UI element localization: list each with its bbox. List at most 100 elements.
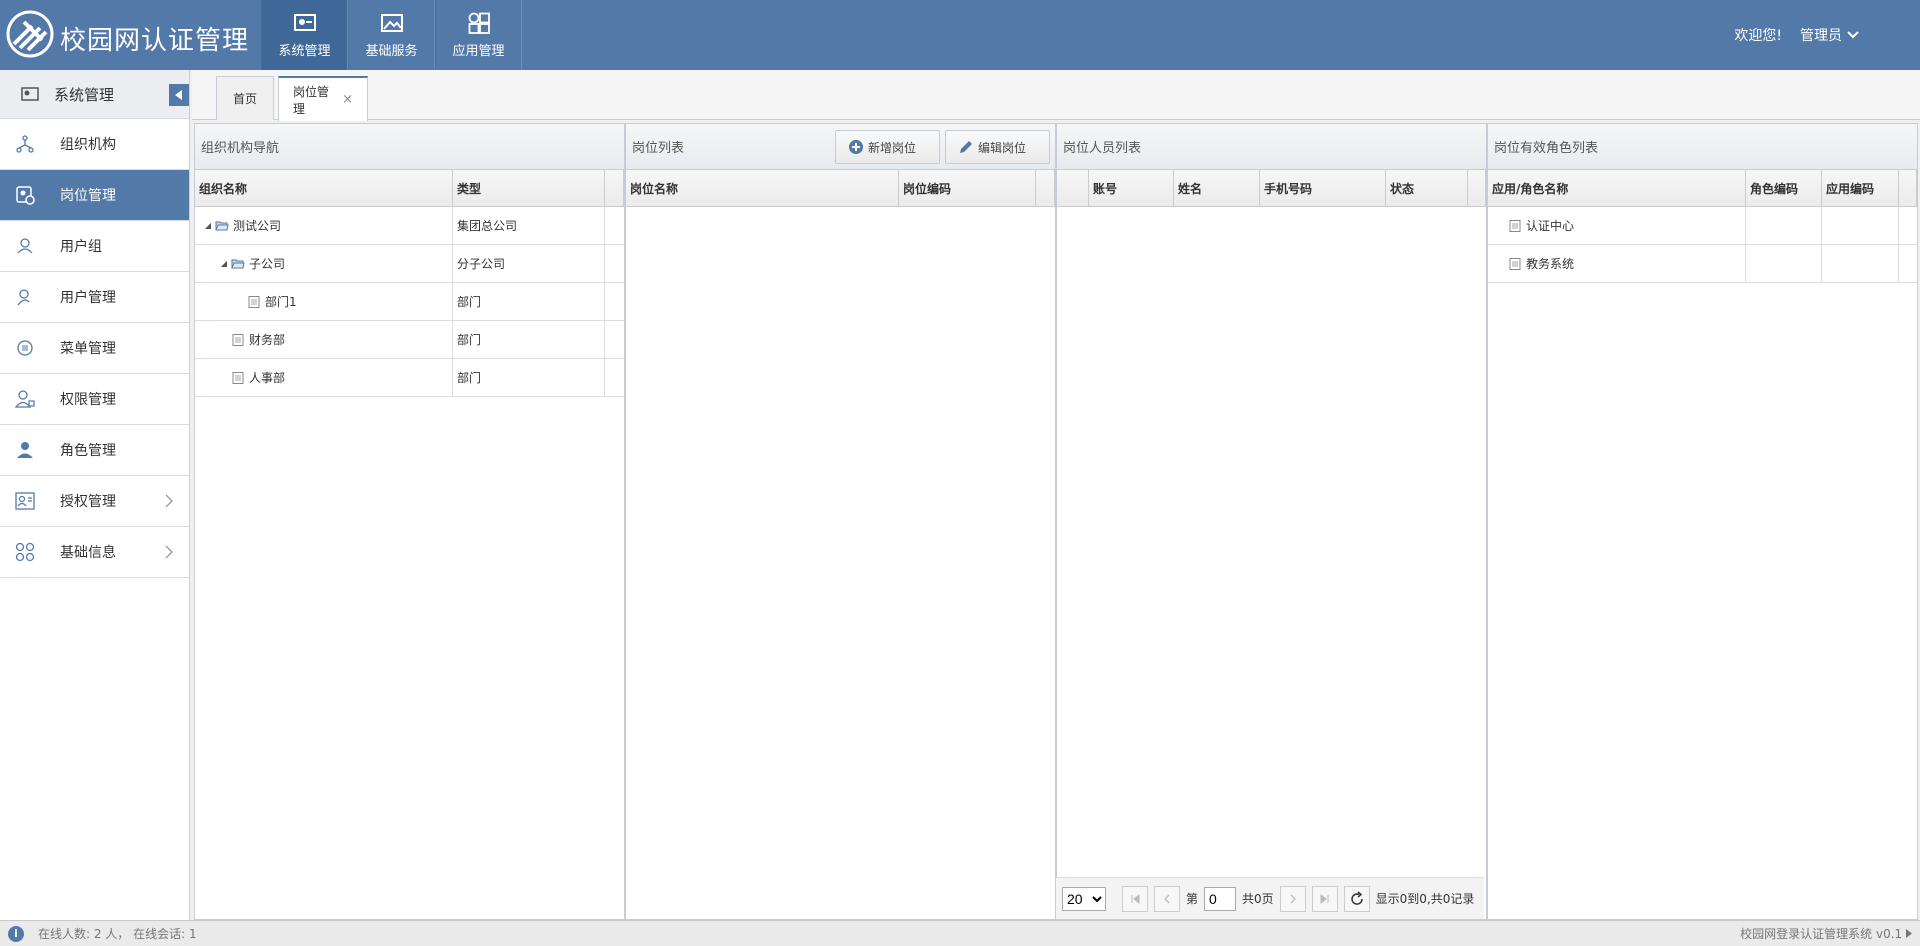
org-type: 分子公司 [453, 245, 605, 282]
sidebar-item-org[interactable]: 组织机构 [0, 119, 189, 170]
column-header[interactable]: 类型 [453, 170, 605, 206]
sidebar-item-menu[interactable]: 菜单管理 [0, 323, 189, 374]
expand-toggle-icon[interactable]: ◢ [203, 221, 213, 230]
close-icon[interactable]: × [342, 92, 353, 107]
column-header[interactable]: 组织名称 [195, 170, 453, 206]
file-icon [1509, 257, 1521, 270]
grid-header: 应用/角色名称 角色编码 应用编码 [1488, 170, 1917, 207]
role-code [1746, 207, 1822, 244]
column-header[interactable]: 状态 [1386, 170, 1468, 206]
column-header[interactable]: 岗位名称 [626, 170, 899, 206]
table-row[interactable]: ◢ 子公司 分子公司 [195, 245, 624, 283]
tab-label: 岗位管理 [293, 84, 330, 116]
user-icon [14, 286, 36, 308]
last-page-button[interactable] [1311, 885, 1338, 912]
panel-title: 岗位有效角色列表 [1488, 124, 1917, 170]
status-bar: i 在线人数: 2 人， 在线会话: 1 校园网登录认证管理系统 v0.1 [0, 920, 1920, 946]
column-header[interactable]: 应用/角色名称 [1488, 170, 1746, 206]
panel-title: 组织机构导航 [195, 124, 624, 170]
chevron-right-icon [1290, 894, 1296, 903]
system-icon [293, 12, 317, 34]
column-header[interactable]: 应用编码 [1822, 170, 1899, 206]
org-name-cell: ◢ 子公司 [195, 245, 453, 282]
sidebar-item-authorize[interactable]: 授权管理 [0, 476, 189, 527]
chevron-left-icon [1164, 894, 1170, 903]
column-header[interactable]: 手机号码 [1260, 170, 1386, 206]
sidebar-item-label: 权限管理 [60, 392, 116, 408]
user-menu[interactable]: 管理员 [1800, 25, 1860, 45]
page-number-input[interactable] [1204, 886, 1237, 911]
role-name: 认证中心 [1526, 219, 1575, 233]
org-name: 部门1 [265, 295, 297, 309]
add-icon [849, 140, 863, 154]
table-row[interactable]: ◢ 测试公司 集团总公司 [195, 207, 624, 245]
page-summary: 显示0到0,共0记录 [1375, 892, 1475, 906]
checkbox-column[interactable] [1057, 170, 1089, 206]
edit-post-label: 编辑岗位 [978, 140, 1027, 155]
caret-right-icon[interactable] [1906, 929, 1912, 938]
basic-info-icon [14, 541, 36, 563]
tab-home[interactable]: 首页 [216, 76, 274, 120]
page-size-select[interactable]: 20 [1062, 886, 1106, 911]
column-header[interactable]: 姓名 [1174, 170, 1260, 206]
menu-icon [14, 337, 36, 359]
column-header[interactable]: 角色编码 [1746, 170, 1822, 206]
column-spacer [605, 170, 624, 206]
edit-post-button[interactable]: 编辑岗位 [945, 130, 1050, 164]
sidebar-item-basic-info[interactable]: 基础信息 [0, 527, 189, 578]
top-nav-app-management[interactable]: 应用管理 [435, 0, 522, 70]
file-icon [1509, 219, 1521, 232]
sidebar-item-label: 授权管理 [60, 494, 116, 510]
tab-label: 首页 [232, 92, 257, 106]
file-icon [232, 333, 244, 346]
sidebar-item-label: 基础信息 [60, 545, 116, 561]
expand-toggle-icon[interactable]: ◢ [219, 259, 229, 268]
top-nav-system[interactable]: 系统管理 [261, 0, 348, 70]
table-row[interactable]: 认证中心 [1488, 207, 1917, 245]
org-panel: 组织机构导航 组织名称 类型 ◢ 测试公司 集团总公司 ◢ 子公司 分子公司 部… [194, 123, 625, 920]
staff-panel: 岗位人员列表 账号 姓名 手机号码 状态 [1056, 123, 1487, 920]
prev-page-button[interactable] [1154, 885, 1180, 912]
role-icon [14, 439, 36, 461]
chevron-right-icon [165, 494, 173, 508]
table-row[interactable]: 财务部 部门 [195, 321, 624, 359]
add-post-button[interactable]: 新增岗位 [835, 130, 940, 164]
sidebar-item-user[interactable]: 用户管理 [0, 272, 189, 323]
pencil-icon [960, 141, 972, 153]
post-icon [14, 184, 36, 206]
authorize-icon [14, 490, 36, 512]
sidebar-item-user-group[interactable]: 用户组 [0, 221, 189, 272]
sidebar-collapse-button[interactable] [169, 84, 189, 106]
sidebar-title: 系统管理 [54, 85, 115, 104]
table-row[interactable]: 教务系统 [1488, 245, 1917, 283]
table-row[interactable]: 部门1 部门 [195, 283, 624, 321]
sidebar-item-post[interactable]: 岗位管理 [0, 170, 189, 221]
user-group-icon [14, 235, 36, 257]
org-name: 财务部 [249, 333, 286, 347]
org-name-cell: 财务部 [195, 321, 453, 358]
role-code [1746, 245, 1822, 282]
header-right: 欢迎您! 管理员 [1734, 25, 1860, 45]
org-name-cell: ◢ 测试公司 [195, 207, 453, 244]
column-spacer [1899, 170, 1917, 206]
last-page-icon [1320, 893, 1329, 904]
grid-header: 账号 姓名 手机号码 状态 [1057, 170, 1486, 207]
version-label: 校园网登录认证管理系统 v0.1 [1740, 927, 1903, 941]
org-name-cell: 人事部 [195, 359, 453, 396]
first-page-button[interactable] [1122, 885, 1148, 912]
chevron-right-icon [165, 545, 173, 559]
sidebar-item-label: 组织机构 [60, 137, 116, 153]
file-icon [232, 371, 244, 384]
sidebar-item-permission[interactable]: 权限管理 [0, 374, 189, 425]
top-nav-basic-service[interactable]: 基础服务 [348, 0, 435, 70]
sidebar-item-label: 菜单管理 [60, 341, 116, 357]
refresh-button[interactable] [1343, 885, 1370, 912]
table-row[interactable]: 人事部 部门 [195, 359, 624, 397]
column-header[interactable]: 岗位编码 [899, 170, 1036, 206]
role-panel: 岗位有效角色列表 应用/角色名称 角色编码 应用编码 认证中心 教务系统 [1487, 123, 1918, 920]
sidebar-item-role[interactable]: 角色管理 [0, 425, 189, 476]
column-header[interactable]: 账号 [1089, 170, 1174, 206]
tab-post-management[interactable]: 岗位管理 × [278, 76, 368, 121]
sidebar-item-label: 角色管理 [60, 443, 116, 459]
next-page-button[interactable] [1279, 885, 1306, 912]
